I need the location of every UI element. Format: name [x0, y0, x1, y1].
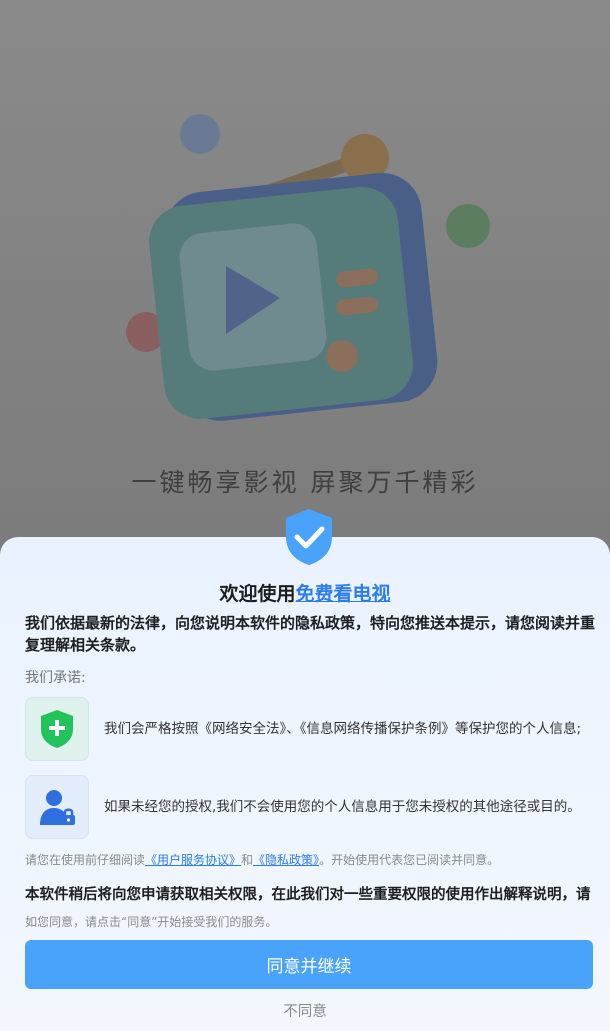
promise-label: 我们承诺: — [25, 670, 86, 686]
promise-text: 如果未经您的授权,我们不会使用您的个人信息用于您未授权的其他途径或目的。 — [104, 799, 581, 815]
dialog-intro: 我们依据最新的法律，向您说明本软件的隐私政策，特向您推送本提示，请您阅读并重复理… — [25, 614, 596, 654]
dialog-title: 欢迎使用免费看电视 — [0, 579, 610, 606]
user-agreement-link[interactable]: 《用户服务协议》 — [145, 853, 241, 867]
privacy-policy-link[interactable]: 《隐私政策》 — [253, 853, 319, 867]
read-note-and: 和 — [241, 853, 254, 867]
user-lock-icon — [25, 775, 89, 839]
read-note-before: 请您在使用前仔细阅读 — [25, 853, 146, 867]
disagree-button[interactable]: 不同意 — [0, 1000, 610, 1021]
splash-slogan: 一键畅享影视 屏聚万千精彩 — [131, 468, 479, 497]
read-note-after: 。开始使用代表您已阅读并同意。 — [319, 853, 500, 867]
agree-continue-button[interactable]: 同意并继续 — [25, 940, 593, 989]
tv-illustration — [126, 114, 490, 421]
promise-text: 我们会严格按照《网络安全法》、《信息网络传播保护条例》等保护您的个人信息; — [104, 721, 582, 737]
app-name-link[interactable]: 免费看电视 — [296, 583, 391, 605]
consent-note: 如您同意，请点击“同意”开始接受我们的服务。 — [25, 915, 278, 929]
promise-item: 如果未经您的授权,我们不会使用您的个人信息用于您未授权的其他途径或目的。 — [25, 775, 595, 839]
shield-plus-icon — [25, 697, 89, 761]
permission-note: 本软件稍后将向您申请获取相关权限，在此我们对一些重要权限的使用作出解释说明，请 — [25, 887, 591, 903]
promise-item: 我们会严格按照《网络安全法》、《信息网络传播保护条例》等保护您的个人信息; — [25, 697, 595, 761]
shield-check-icon — [286, 509, 332, 565]
read-agreement-note: 请您在使用前仔细阅读《用户服务协议》和《隐私政策》。开始使用代表您已阅读并同意。 — [25, 851, 499, 868]
dialog-title-prefix: 欢迎使用 — [219, 583, 296, 605]
